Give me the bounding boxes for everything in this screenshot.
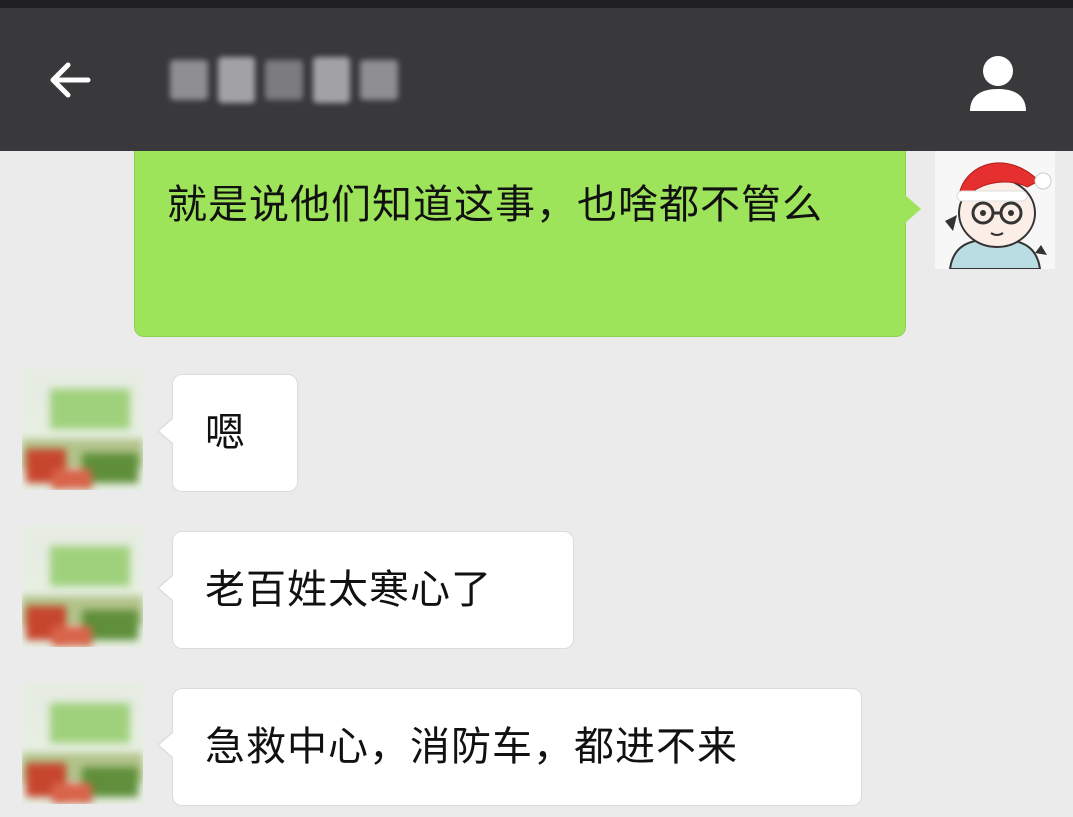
message-text: 嗯 xyxy=(205,410,246,456)
contact-avatar[interactable] xyxy=(22,683,143,804)
contact-avatar[interactable] xyxy=(22,369,143,490)
status-bar xyxy=(0,0,1073,8)
message-text: 急救中心，消防车，都进不来 xyxy=(205,724,738,770)
cartoon-avatar-icon xyxy=(935,151,1055,269)
chat-header xyxy=(0,8,1073,151)
message-text: 就是说他们知道这事，也啥都不管么 xyxy=(167,182,823,228)
person-icon xyxy=(970,56,1026,111)
incoming-message-bubble[interactable]: 急救中心，消防车，都进不来 xyxy=(157,688,862,806)
incoming-message-bubble[interactable]: 老百姓太寒心了 xyxy=(157,531,574,649)
profile-button[interactable] xyxy=(963,48,1033,118)
incoming-message-bubble[interactable]: 嗯 xyxy=(157,374,298,492)
chat-area: 就是说他们知道这事，也啥都不管么 嗯 老百姓太寒心了 急救中心，消防车，都进不来 xyxy=(0,151,1073,817)
self-avatar[interactable] xyxy=(935,151,1055,269)
arrow-left-icon xyxy=(50,62,91,98)
outgoing-message-bubble[interactable]: 就是说他们知道这事，也啥都不管么 xyxy=(134,151,921,337)
back-button[interactable] xyxy=(30,40,110,120)
chat-title-text xyxy=(170,50,408,110)
contact-avatar[interactable] xyxy=(22,526,143,647)
chat-title xyxy=(170,50,408,110)
message-text: 老百姓太寒心了 xyxy=(205,567,492,613)
